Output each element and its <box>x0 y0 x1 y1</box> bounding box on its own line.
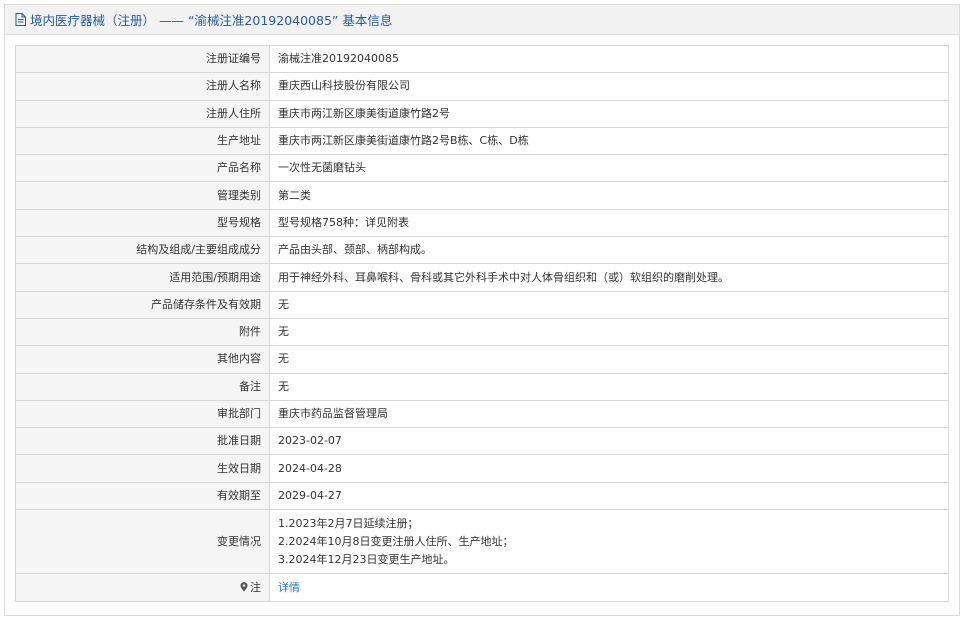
change-line: 2.2024年10月8日变更注册人住所、生产地址； <box>278 534 514 548</box>
row-label: 生产地址 <box>15 126 270 156</box>
panel-header: 境内医疗器械（注册） —— “渝械注准20192040085” 基本信息 <box>5 5 959 35</box>
row-value: 重庆市药品监督管理局 <box>269 399 949 429</box>
table-row: 附件 无 <box>15 317 949 347</box>
table-row: 批准日期 2023-02-07 <box>15 427 949 456</box>
change-line: 3.2024年12月23日变更生产地址。 <box>278 552 455 566</box>
table-row: 注册证编号 渝械注准20192040085 <box>15 44 949 74</box>
table-row: 注册人住所 重庆市两江新区康美街道康竹路2号 <box>15 99 949 128</box>
change-line: 1.2023年2月7日延续注册； <box>278 516 419 530</box>
table-row: 备注 无 <box>15 372 949 401</box>
info-table-wrap: 注册证编号 渝械注准20192040085 注册人名称 重庆西山科技股份有限公司… <box>15 44 949 603</box>
row-value: 2029-04-27 <box>269 481 949 511</box>
row-label: 附件 <box>15 317 270 347</box>
row-value: 2023-02-07 <box>269 427 949 456</box>
row-label: 备注 <box>15 372 270 401</box>
row-value: 产品由头部、颈部、柄部构成。 <box>269 236 949 265</box>
table-row: 审批部门 重庆市药品监督管理局 <box>15 399 949 429</box>
row-label: 审批部门 <box>15 399 270 429</box>
info-table: 注册证编号 渝械注准20192040085 注册人名称 重庆西山科技股份有限公司… <box>15 44 949 603</box>
table-row-changes: 变更情况 1.2023年2月7日延续注册； 2.2024年10月8日变更注册人住… <box>15 509 949 575</box>
row-label: 其他内容 <box>15 345 270 374</box>
row-value: 重庆市两江新区康美街道康竹路2号 <box>269 99 949 128</box>
location-pin-icon <box>240 580 248 592</box>
table-row: 产品储存条件及有效期 无 <box>15 290 949 319</box>
table-row: 产品名称 一次性无菌磨钻头 <box>15 154 949 183</box>
note-label-cell: 注 <box>15 573 270 603</box>
row-value: 重庆西山科技股份有限公司 <box>269 72 949 101</box>
row-value: 重庆市两江新区康美街道康竹路2号B栋、C栋、D栋 <box>269 126 949 156</box>
table-row: 型号规格 型号规格758种：详见附表 <box>15 208 949 238</box>
table-row: 其他内容 无 <box>15 345 949 374</box>
page-title: 境内医疗器械（注册） —— “渝械注准20192040085” 基本信息 <box>30 13 393 28</box>
table-row: 结构及组成/主要组成成分 产品由头部、颈部、柄部构成。 <box>15 236 949 265</box>
row-value: 第二类 <box>269 181 949 210</box>
row-value: 无 <box>269 290 949 319</box>
row-label: 产品储存条件及有效期 <box>15 290 270 319</box>
row-value: 无 <box>269 345 949 374</box>
note-label: 注 <box>250 580 261 594</box>
row-label: 结构及组成/主要组成成分 <box>15 236 270 265</box>
row-value: 无 <box>269 317 949 347</box>
row-label: 管理类别 <box>15 181 270 210</box>
table-row: 管理类别 第二类 <box>15 181 949 210</box>
changes-value: 1.2023年2月7日延续注册； 2.2024年10月8日变更注册人住所、生产地… <box>269 509 949 575</box>
table-row: 有效期至 2029-04-27 <box>15 481 949 511</box>
note-value: 详情 <box>269 573 949 603</box>
table-row: 生产地址 重庆市两江新区康美街道康竹路2号B栋、C栋、D栋 <box>15 126 949 156</box>
table-row-note: 注 详情 <box>15 573 949 603</box>
row-value: 用于神经外科、耳鼻喉科、骨科或其它外科手术中对人体骨组织和（或）软组织的磨削处理… <box>269 263 949 292</box>
row-label: 适用范围/预期用途 <box>15 263 270 292</box>
row-label: 有效期至 <box>15 481 270 511</box>
info-panel: 境内医疗器械（注册） —— “渝械注准20192040085” 基本信息 注册证… <box>4 4 960 616</box>
table-row: 注册人名称 重庆西山科技股份有限公司 <box>15 72 949 101</box>
row-label: 生效日期 <box>15 454 270 483</box>
row-label: 注册人住所 <box>15 99 270 128</box>
row-value: 2024-04-28 <box>269 454 949 483</box>
row-value: 型号规格758种：详见附表 <box>269 208 949 238</box>
row-label: 产品名称 <box>15 154 270 183</box>
row-label: 批准日期 <box>15 427 270 456</box>
details-link[interactable]: 详情 <box>278 581 300 594</box>
table-row: 生效日期 2024-04-28 <box>15 454 949 483</box>
row-label: 型号规格 <box>15 208 270 238</box>
row-label: 注册证编号 <box>15 44 270 74</box>
row-value: 无 <box>269 372 949 401</box>
row-value: 一次性无菌磨钻头 <box>269 154 949 183</box>
row-label: 注册人名称 <box>15 72 270 101</box>
row-label: 变更情况 <box>15 509 270 575</box>
document-icon <box>15 13 27 27</box>
row-value: 渝械注准20192040085 <box>269 44 949 74</box>
table-row: 适用范围/预期用途 用于神经外科、耳鼻喉科、骨科或其它外科手术中对人体骨组织和（… <box>15 263 949 292</box>
